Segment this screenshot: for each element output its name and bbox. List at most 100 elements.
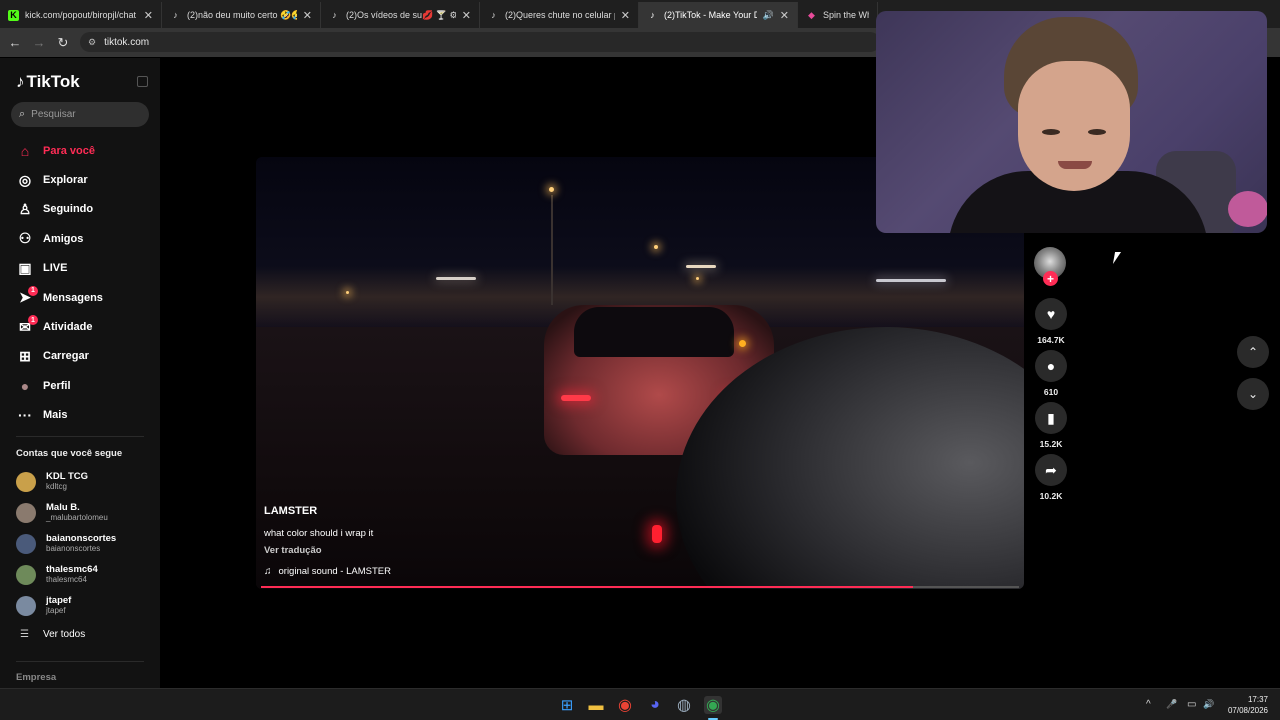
share-button[interactable]: ➦ 10.2K [1034,454,1068,501]
account-handle: thalesmc64 [46,575,87,584]
tiktok-logo[interactable]: ♪ TikTok [16,72,80,92]
video-progress-fill [261,586,913,588]
chrome-active-icon[interactable]: ◉ [704,696,722,714]
tiktok-favicon-icon: ♪ [173,10,178,20]
steam-icon[interactable]: ◍ [675,696,693,714]
video-frame-lamp [654,245,658,249]
next-video-button[interactable]: ⌄ [1237,378,1269,410]
avatar [16,471,36,492]
video-author[interactable]: LAMSTER [264,505,317,517]
collapse-sidebar-icon[interactable] [137,76,148,87]
chrome-icon[interactable]: ◉ [616,696,634,714]
tray-overflow-icon[interactable]: ^ [1146,699,1151,710]
browser-tab[interactable]: ♪ (2)Queres chute no celular pai? ✕ [480,2,639,28]
microphone-icon[interactable]: 🎤 [1166,699,1177,710]
nav-item-for-you[interactable]: ⌂ Para você [0,136,160,165]
nav-item-explore[interactable]: ◎ Explorar [0,165,160,194]
volume-icon[interactable]: 🔊 [1203,699,1214,710]
like-button[interactable]: ♥ 164.7K [1034,298,1068,345]
video-frame-taillight [561,395,591,401]
tiktok-favicon-icon: ♪ [650,10,655,20]
address-bar[interactable]: ⚙ tiktok.com [80,32,880,52]
nav-label: Explorar [43,174,88,187]
followed-account[interactable]: baianonscortes baianonscortes [16,533,116,554]
previous-video-button[interactable]: ⌃ [1237,336,1269,368]
nav-item-friends[interactable]: ⚇ Amigos [0,224,160,253]
system-clock[interactable]: 17:37 07/08/2026 [1222,694,1268,716]
windows-start-icon[interactable]: ⊞ [558,696,576,714]
close-icon[interactable]: ✕ [303,9,312,22]
chevron-down-icon: ⌄ [1247,387,1259,401]
nav-label: Carregar [43,350,89,363]
video-frame-indicator [739,340,746,347]
nav-item-activity[interactable]: ✉ 1 Atividade [0,312,160,341]
company-link[interactable]: Empresa [16,672,56,683]
wheel-favicon-icon: ◆ [808,9,815,20]
account-name: jtapef [46,595,72,606]
chevron-up-icon: ⌃ [1247,345,1259,359]
nav-label: Atividade [43,321,93,334]
action-rail: + ♥ 164.7K ● 610 ▮ 15.2K ➦ 10.2K [1034,247,1068,501]
search-icon: ⌕ [19,108,26,120]
reload-icon[interactable]: ↻ [51,35,75,51]
webcam-person-eye [1088,129,1106,135]
search-input[interactable]: ⌕ Pesquisar [11,102,149,127]
close-icon[interactable]: ✕ [621,9,630,22]
discord-icon[interactable]: ◕ [646,696,664,714]
translate-link[interactable]: Ver tradução [264,545,322,556]
see-all-button[interactable]: ☰ Ver todos [20,629,85,640]
back-icon[interactable]: ← [3,35,27,50]
tab-title: (2)Queres chute no celular pai? [505,10,615,20]
compass-icon: ◎ [18,171,32,188]
follow-plus-icon[interactable]: + [1043,271,1058,286]
tab-title: (2)TikTok - Make Your Day [664,10,757,20]
like-count: 164.7K [1037,335,1065,345]
nav-item-messages[interactable]: ➤ 1 Mensagens [0,283,160,312]
sound-link[interactable]: ♫ original sound - LAMSTER [264,566,391,577]
forward-icon[interactable]: → [27,35,51,50]
nav-label: LIVE [43,262,68,275]
creator-avatar[interactable]: + [1034,247,1066,286]
nav-item-upload[interactable]: ⊞ Carregar [0,342,160,371]
video-frame-car-window [574,307,734,357]
account-handle: baianonscortes [46,544,101,553]
comment-button[interactable]: ● 610 [1034,350,1068,397]
video-frame-lamp [696,277,699,280]
account-handle: _malubartolomeu [46,513,108,522]
nav-label: Perfil [43,379,71,392]
nav-item-following[interactable]: ♙ Seguindo [0,195,160,224]
tab-title: (2)não deu muito certo 🤣🤣 ... [187,9,297,20]
friends-icon: ⚇ [18,230,32,247]
home-icon: ⌂ [20,142,30,159]
video-progress-bar[interactable] [261,586,1019,588]
taskbar: ⊞ ▬ ◉ ◕ ◍ ◉ ^ 🎤 ▭ 🔊 17:37 07/08/2026 [0,688,1280,720]
close-icon[interactable]: ✕ [780,9,789,22]
live-tv-icon: ▣ [18,259,32,276]
save-button[interactable]: ▮ 15.2K [1034,402,1068,449]
browser-tab[interactable]: ♪ (2)não deu muito certo 🤣🤣 ... ✕ [162,2,321,28]
followed-account[interactable]: jtapef jtapef [16,595,71,616]
tab-title: (2)Os vídeos de su💋 🍸 ⚙ 🌟 [346,9,456,20]
followed-account[interactable]: Malu B. _malubartolomeu [16,502,108,523]
sound-label: original sound - LAMSTER [278,566,391,577]
file-explorer-icon[interactable]: ▬ [587,696,605,714]
video-frame-building-light [436,277,476,280]
account-name: KDL TCG [46,471,89,482]
site-info-icon[interactable]: ⚙ [88,37,96,48]
browser-tab-active[interactable]: ♪ (2)TikTok - Make Your Day 🔊 ✕ [639,2,798,28]
nav-item-profile[interactable]: ● Perfil [0,371,160,400]
close-icon[interactable]: ✕ [144,9,153,22]
followed-account[interactable]: KDL TCG kdltcg [16,471,88,492]
network-icon[interactable]: ▭ [1187,699,1196,710]
browser-tab[interactable]: K kick.com/popout/biropjl/chat ✕ [0,2,162,28]
mouse-cursor-icon [1112,252,1122,264]
nav-item-live[interactable]: ▣ LIVE [0,254,160,283]
browser-tab[interactable]: ♪ (2)Os vídeos de su💋 🍸 ⚙ 🌟 ✕ [321,2,480,28]
close-icon[interactable]: ✕ [462,9,471,22]
browser-tab[interactable]: ◆ Spin the Wheel [798,2,878,28]
speaker-icon[interactable]: 🔊 [763,10,774,21]
list-icon: ☰ [20,629,29,640]
followed-account[interactable]: thalesmc64 thalesmc64 [16,564,98,585]
nav-item-more[interactable]: ··· Mais [0,401,160,430]
tiktok-favicon-icon: ♪ [491,10,496,20]
